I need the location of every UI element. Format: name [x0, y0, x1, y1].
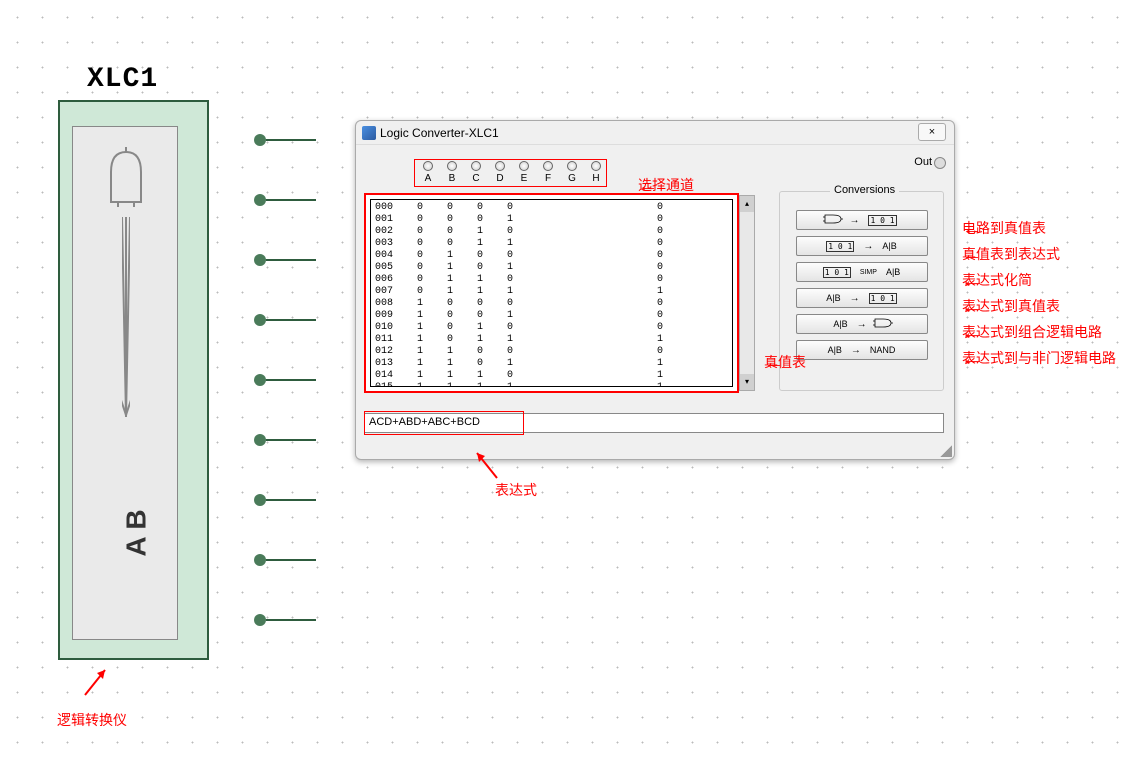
pin[interactable] — [254, 614, 266, 626]
close-button[interactable]: × — [918, 123, 946, 141]
and-gate-icon — [103, 147, 149, 207]
channel-led-icon — [471, 161, 481, 171]
window-titlebar[interactable]: Logic Converter-XLC1 — [356, 121, 954, 145]
truth-table[interactable]: 000 0 0 0 0 0 001 0 0 0 1 0 002 0 0 1 0 … — [370, 199, 733, 387]
instrument-body[interactable]: A B — [58, 100, 209, 660]
channel-led-icon — [447, 161, 457, 171]
callout-conv-1: ← 真值表到表达式 — [962, 244, 1060, 264]
scrollbar[interactable]: ▴ ▾ — [739, 195, 755, 391]
pin[interactable] — [254, 314, 266, 326]
callout-conv-3: ← 表达式到真值表 — [962, 296, 1060, 316]
conversion-button-3[interactable]: A|B→1 0 1 — [796, 288, 928, 308]
window-title: Logic Converter-XLC1 — [380, 126, 499, 140]
channel-b[interactable]: B — [442, 161, 462, 184]
arrow-down-icon — [122, 217, 130, 417]
out-label: Out — [914, 156, 932, 168]
pin[interactable] — [254, 374, 266, 386]
instrument-refdes: XLC1 — [87, 64, 158, 95]
channel-e[interactable]: E — [514, 161, 534, 184]
channel-led-icon — [543, 161, 553, 171]
conversion-button-5[interactable]: A|B→NAND — [796, 340, 928, 360]
channel-g[interactable]: G — [562, 161, 582, 184]
scroll-up-button[interactable]: ▴ — [740, 196, 754, 212]
conversion-button-2[interactable]: 1 0 1SIMPA|B — [796, 262, 928, 282]
conversion-button-4[interactable]: A|B→ — [796, 314, 928, 334]
channel-h[interactable]: H — [586, 161, 606, 184]
channel-c[interactable]: C — [466, 161, 486, 184]
channel-led-icon — [495, 161, 505, 171]
channel-led-icon — [567, 161, 577, 171]
callout-conv-2: ← 表达式化简 — [962, 270, 1032, 290]
conversions-legend: Conversions — [830, 184, 899, 196]
conversion-button-0[interactable]: →1 0 1 — [796, 210, 928, 230]
scroll-down-button[interactable]: ▾ — [740, 374, 754, 390]
channel-led-icon — [423, 161, 433, 171]
channel-a[interactable]: A — [418, 161, 438, 184]
logic-converter-window[interactable]: Logic Converter-XLC1 × Out ABCDEFGH 000 … — [355, 120, 955, 460]
callout-truthtable: ← 真值表 — [764, 352, 806, 372]
app-icon — [362, 126, 376, 140]
expression-text: ACD+ABD+ABC+BCD — [365, 414, 943, 430]
truth-table-content: 000 0 0 0 0 0 001 0 0 0 1 0 002 0 0 1 0 … — [371, 200, 732, 387]
pin[interactable] — [254, 134, 266, 146]
out-led[interactable] — [934, 157, 946, 169]
instrument-screen: A B — [72, 126, 178, 640]
pin[interactable] — [254, 434, 266, 446]
callout-conv-0: ← 电路到真值表 — [962, 218, 1046, 238]
callout-conv-5: ← 表达式到与非门逻辑电路 — [962, 348, 1116, 368]
resize-handle-icon[interactable] — [940, 445, 952, 457]
expression-input[interactable]: ACD+ABD+ABC+BCD — [364, 413, 944, 433]
callout-channels: ← 选择通道 — [638, 175, 694, 195]
pin[interactable] — [254, 194, 266, 206]
pin[interactable] — [254, 494, 266, 506]
channel-led-icon — [591, 161, 601, 171]
truth-table-highlight: 000 0 0 0 0 0 001 0 0 0 1 0 002 0 0 1 0 … — [364, 193, 739, 393]
channel-f[interactable]: F — [538, 161, 558, 184]
arrow-red-icon — [75, 665, 115, 705]
callout-expression: 表达式 — [495, 480, 537, 500]
instrument-ab-label: A B — [121, 509, 153, 556]
pin[interactable] — [254, 254, 266, 266]
channel-d[interactable]: D — [490, 161, 510, 184]
callout-instrument: 逻辑转换仪 — [57, 710, 127, 730]
pin[interactable] — [254, 554, 266, 566]
callout-conv-4: ← 表达式到组合逻辑电路 — [962, 322, 1102, 342]
conversion-button-1[interactable]: 1 0 1→A|B — [796, 236, 928, 256]
channel-led-icon — [519, 161, 529, 171]
